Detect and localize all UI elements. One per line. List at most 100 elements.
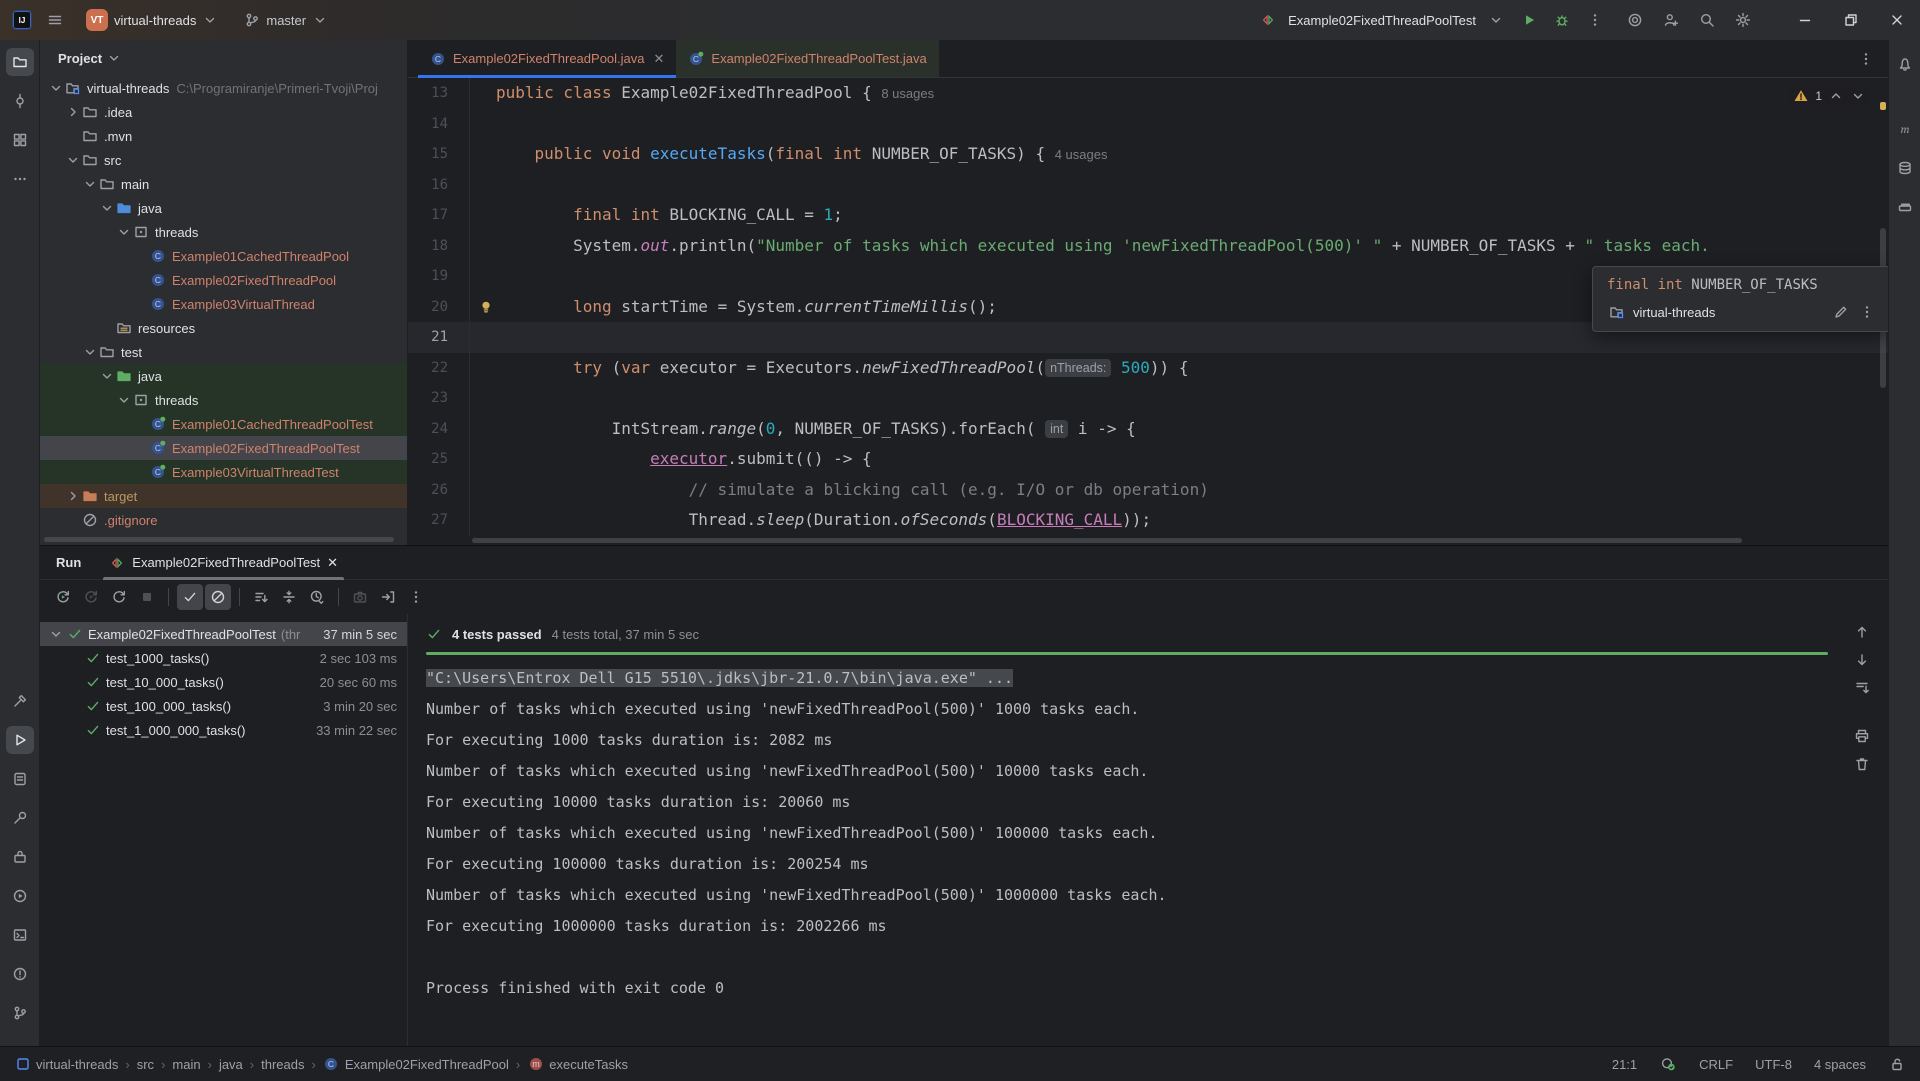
tree-chevron-icon[interactable] — [116, 224, 132, 240]
code-line[interactable]: 18 System.out.println("Number of tasks w… — [408, 231, 1888, 262]
more-run-actions-icon[interactable] — [1582, 7, 1608, 33]
file-encoding[interactable]: UTF-8 — [1755, 1057, 1792, 1072]
tool-window-plugins-icon[interactable] — [6, 843, 34, 871]
debug-button[interactable] — [1549, 7, 1575, 33]
show-passed-button[interactable] — [177, 584, 203, 610]
vcs-branch-widget[interactable]: master — [236, 5, 336, 35]
print-button[interactable] — [1850, 724, 1874, 748]
close-tab-icon[interactable]: ✕ — [327, 555, 338, 571]
code-line[interactable]: 27 Thread.sleep(Duration.ofSeconds(BLOCK… — [408, 505, 1888, 536]
tree-item[interactable]: CExample02FixedThreadPool — [40, 268, 407, 292]
code-with-me-icon[interactable] — [1622, 7, 1648, 33]
tree-item[interactable]: .idea — [40, 100, 407, 124]
tree-item[interactable]: threads — [40, 220, 407, 244]
scroll-to-end-button[interactable] — [1850, 676, 1874, 700]
show-ignored-button[interactable] — [205, 584, 231, 610]
code-line[interactable]: 14 — [408, 109, 1888, 140]
chevron-down-icon[interactable] — [1483, 7, 1509, 33]
collapse-all-button[interactable] — [276, 584, 302, 610]
tree-item[interactable]: java — [40, 364, 407, 388]
tool-window-problems-icon[interactable] — [6, 960, 34, 988]
search-everywhere-icon[interactable] — [1694, 7, 1720, 33]
test-row[interactable]: test_1000_tasks()2 sec 103 ms — [40, 646, 407, 670]
next-problem-icon[interactable] — [1850, 88, 1866, 104]
code-line[interactable]: 23 — [408, 383, 1888, 414]
code-line[interactable]: 26 // simulate a blicking call (e.g. I/O… — [408, 475, 1888, 506]
inspections-widget[interactable]: 1 — [1789, 86, 1870, 106]
editor-tab[interactable]: CExample02FixedThreadPoolTest.java — [676, 40, 938, 77]
clear-all-button[interactable] — [1850, 752, 1874, 776]
tree-item[interactable]: .mvn — [40, 124, 407, 148]
tool-window-tools-icon[interactable] — [6, 804, 34, 832]
breadcrumb-item[interactable]: mexecuteTasks — [527, 1056, 628, 1073]
prev-problem-icon[interactable] — [1828, 88, 1844, 104]
breadcrumb-item[interactable]: threads — [261, 1057, 304, 1072]
tree-chevron-icon[interactable] — [82, 344, 98, 360]
intention-bulb-icon[interactable] — [478, 299, 494, 315]
tree-item[interactable]: CExample01CachedThreadPool — [40, 244, 407, 268]
tree-item[interactable]: CExample03VirtualThreadTest — [40, 460, 407, 484]
code-line[interactable]: 25 executor.submit(() -> { — [408, 444, 1888, 475]
toggle-auto-test-button[interactable] — [106, 584, 132, 610]
breadcrumb-item[interactable]: CExample02FixedThreadPool — [323, 1056, 509, 1073]
tree-item[interactable]: CExample01CachedThreadPoolTest — [40, 412, 407, 436]
tree-item[interactable]: src — [40, 148, 407, 172]
editor-hscrollbar[interactable] — [472, 538, 1742, 543]
test-row[interactable]: test_1_000_000_tasks()33 min 22 sec — [40, 718, 407, 742]
test-row[interactable]: test_10_000_tasks()20 sec 60 ms — [40, 670, 407, 694]
caret-position[interactable]: 21:1 — [1612, 1057, 1637, 1072]
settings-icon[interactable] — [1730, 7, 1756, 33]
test-console[interactable]: 4 tests passed 4 tests total, 37 min 5 s… — [408, 614, 1888, 1046]
main-menu-icon[interactable] — [42, 7, 68, 33]
tree-chevron-icon[interactable] — [82, 176, 98, 192]
tool-window-commit-icon[interactable] — [6, 87, 34, 115]
tool-window-project-icon[interactable] — [6, 48, 34, 76]
tool-window-database-icon[interactable] — [1891, 154, 1919, 182]
close-button[interactable] — [1874, 0, 1920, 40]
tree-chevron-icon[interactable] — [48, 80, 64, 96]
breadcrumb-item[interactable]: java — [219, 1057, 243, 1072]
tool-window-run-icon[interactable] — [6, 726, 34, 754]
indent-setting[interactable]: 4 spaces — [1814, 1057, 1866, 1072]
edit-icon[interactable] — [1831, 302, 1851, 322]
code-line[interactable]: 24 IntStream.range(0, NUMBER_OF_TASKS).f… — [408, 414, 1888, 445]
breadcrumb-item[interactable]: src — [137, 1057, 154, 1072]
rerun-button[interactable] — [50, 584, 76, 610]
tree-chevron-icon[interactable] — [65, 488, 81, 504]
tool-window-structure-icon[interactable] — [6, 126, 34, 154]
sort-by-duration-button[interactable] — [248, 584, 274, 610]
tool-window-version-control-icon[interactable] — [6, 999, 34, 1027]
tool-window-notifications-icon[interactable] — [1891, 50, 1919, 78]
code-line[interactable]: 16 — [408, 170, 1888, 201]
restore-button[interactable] — [1828, 0, 1874, 40]
tabs-more-icon[interactable] — [1854, 47, 1878, 71]
tree-item[interactable]: main — [40, 172, 407, 196]
tool-window-docker-icon[interactable] — [1891, 193, 1919, 221]
tree-item[interactable]: virtual-threadsC:\Programiranje\Primeri-… — [40, 76, 407, 100]
tree-item[interactable]: target — [40, 484, 407, 508]
tool-window-terminal-icon[interactable] — [6, 921, 34, 949]
tree-item[interactable]: resources — [40, 316, 407, 340]
tree-item[interactable]: java — [40, 196, 407, 220]
project-widget[interactable]: VT virtual-threads — [78, 5, 226, 35]
tool-window-todo-icon[interactable] — [6, 765, 34, 793]
tool-window-services-icon[interactable] — [6, 882, 34, 910]
code-area[interactable]: 13public class Example02FixedThreadPool … — [408, 78, 1888, 545]
editor-tab[interactable]: CExample02FixedThreadPool.java✕ — [418, 40, 676, 77]
tree-item[interactable]: .gitignore — [40, 508, 407, 532]
breadcrumb-item[interactable]: virtual-threads — [14, 1056, 118, 1073]
lock-icon[interactable] — [1888, 1055, 1906, 1073]
tree-item[interactable]: CExample02FixedThreadPoolTest — [40, 436, 407, 460]
tree-item[interactable]: CExample03VirtualThread — [40, 292, 407, 316]
tree-chevron-icon[interactable] — [65, 104, 81, 120]
tree-item[interactable]: threads — [40, 388, 407, 412]
minimize-button[interactable] — [1782, 0, 1828, 40]
scroll-down-button[interactable] — [1850, 648, 1874, 672]
tree-chevron-icon[interactable] — [65, 152, 81, 168]
project-hscrollbar[interactable] — [44, 537, 394, 542]
more-actions-button[interactable] — [403, 584, 429, 610]
more-icon[interactable] — [1857, 302, 1877, 322]
code-line[interactable]: 13public class Example02FixedThreadPool … — [408, 78, 1888, 109]
run-button[interactable] — [1516, 7, 1542, 33]
breadcrumb-item[interactable]: main — [172, 1057, 200, 1072]
